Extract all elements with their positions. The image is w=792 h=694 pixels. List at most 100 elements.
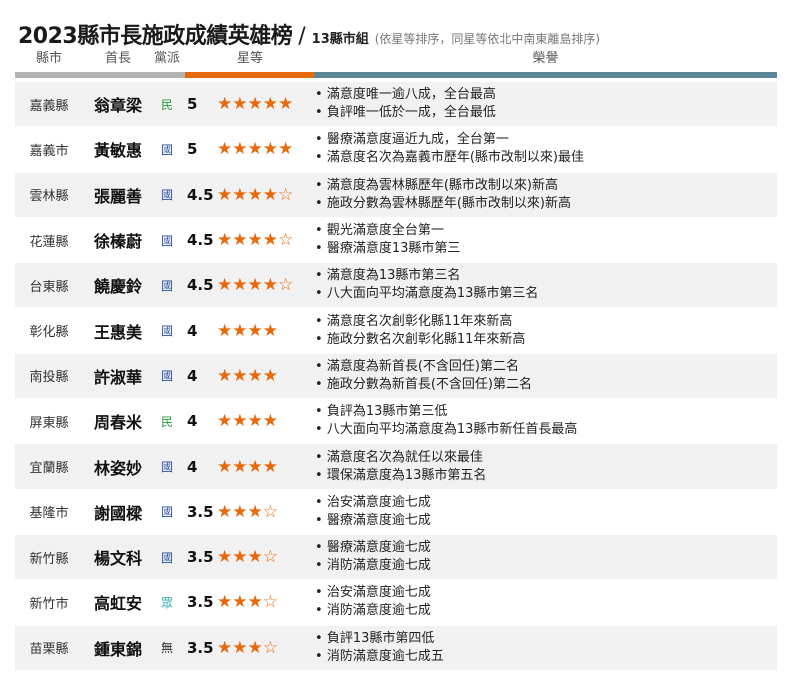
mayor-name: 張麗善: [93, 186, 142, 206]
honors-list: 醫療滿意度逾七成消防滿意度逾七成: [315, 535, 773, 579]
page-title: 2023縣市長施政成績英雄榜: [18, 24, 293, 49]
party-label: 國: [160, 278, 173, 293]
county-name: 屏東縣: [29, 415, 69, 431]
county-name: 宜蘭縣: [29, 461, 69, 477]
page-subtitle: 13縣市組: [311, 32, 369, 47]
party-label: 國: [160, 369, 173, 384]
star-rating: ★★★☆: [217, 637, 278, 658]
honor-item: 醫療滿意度逼近九成，全台第一: [315, 131, 773, 149]
star-score: 5: [187, 95, 198, 114]
star-rating: ★★★★☆: [217, 184, 294, 205]
honors-list: 滿意度為新首長(不含回任)第二名施政分數為新首長(不含回任)第二名: [315, 354, 773, 398]
mayor-name: 高虹安: [93, 594, 142, 614]
mayor-name: 翁章梁: [93, 96, 142, 116]
county-name: 台東縣: [29, 279, 69, 295]
header-bar-blue: [314, 72, 777, 78]
honor-item: 八大面向平均滿意度為13縣市第三名: [315, 285, 773, 303]
header-party: 黨派: [153, 51, 180, 66]
honor-item: 滿意度名次為就任以來最佳: [315, 449, 773, 467]
table-row: 基隆市 謝國樑 國 3.5★★★☆ 治安滿意度逾七成醫療滿意度逾七成: [15, 490, 777, 535]
party-label: 國: [160, 550, 173, 565]
honors-list: 治安滿意度逾七成消防滿意度逾七成: [315, 580, 773, 624]
honor-item: 八大面向平均滿意度為13縣市新任首長最高: [315, 421, 773, 439]
party-label: 無: [160, 641, 173, 656]
title-separator: /: [298, 24, 306, 49]
honor-item: 消防滿意度逾七成: [315, 602, 773, 620]
honor-item: 施政分數名次創彰化縣11年來新高: [315, 331, 773, 349]
title-bar: 2023縣市長施政成績英雄榜 / 13縣市組 (依星等排序，同星等依北中南東離島…: [18, 18, 600, 50]
honors-list: 滿意度名次創彰化縣11年來新高施政分數名次創彰化縣11年來新高: [315, 308, 773, 352]
table-row: 雲林縣 張麗善 國 4.5★★★★☆ 滿意度為雲林縣歷年(縣市改制以來)新高施政分數為雲…: [15, 172, 777, 218]
header-bar-gray: [15, 72, 185, 78]
honors-list: 觀光滿意度全台第一醫療滿意度13縣市第三: [315, 218, 773, 262]
header-county: 縣市: [35, 51, 62, 66]
honor-item: 滿意度為新首長(不含回任)第二名: [315, 358, 773, 376]
table-row: 苗栗縣 鍾東錦 無 3.5★★★☆ 負評13縣市第四低消防滿意度逾七成五: [15, 625, 777, 671]
table-row: 新竹縣 楊文科 國 3.5★★★☆ 醫療滿意度逾七成消防滿意度逾七成: [15, 534, 777, 581]
honors-list: 負評為13縣市第三低八大面向平均滿意度為13縣市新任首長最高: [315, 399, 773, 443]
header-honors: 榮譽: [532, 51, 559, 66]
star-score: 4.5: [187, 231, 214, 250]
honor-item: 觀光滿意度全台第一: [315, 222, 773, 240]
star-rating: ★★★★: [217, 411, 278, 432]
mayor-name: 鍾東錦: [93, 639, 142, 659]
table-row: 南投縣 許淑華 國4 ★★★★ 滿意度為新首長(不含回任)第二名施政分數為新首長(不含回…: [15, 353, 777, 400]
county-name: 苗栗縣: [29, 642, 69, 658]
table-row: 屏東縣 周春米 民4 ★★★★ 負評為13縣市第三低八大面向平均滿意度為13縣市新任首長…: [15, 399, 777, 445]
mayor-name: 楊文科: [93, 549, 142, 569]
honors-list: 負評13縣市第四低消防滿意度逾七成五: [315, 626, 773, 670]
star-score: 3.5: [187, 502, 214, 521]
star-score: 4: [187, 321, 198, 340]
party-label: 國: [160, 188, 173, 203]
table-row: 彰化縣 王惠美 國4 ★★★★ 滿意度名次創彰化縣11年來新高施政分數名次創彰化縣11年…: [15, 308, 777, 354]
star-score: 4.5: [187, 276, 214, 295]
table-row: 新竹市 高虹安 眾 3.5★★★☆ 治安滿意度逾七成消防滿意度逾七成: [15, 580, 777, 626]
star-score: 5: [187, 140, 198, 159]
mayor-name: 林姿妙: [93, 458, 142, 478]
honors-list: 滿意度為13縣市第三名八大面向平均滿意度為13縣市第三名: [315, 263, 773, 307]
star-rating: ★★★☆: [217, 592, 278, 613]
county-name: 新竹縣: [29, 551, 69, 567]
honor-item: 滿意度名次創彰化縣11年來新高: [315, 313, 773, 331]
honors-list: 醫療滿意度逼近九成，全台第一滿意度名次為嘉義市歷年(縣市改制以來)最佳: [315, 127, 773, 171]
star-score: 4.5: [187, 185, 214, 204]
county-name: 基隆市: [29, 506, 69, 522]
header-bar-orange: [185, 72, 314, 78]
county-name: 新竹市: [29, 596, 69, 612]
honors-list: 滿意度唯一逾八成，全台最高負評唯一低於一成，全台最低: [315, 82, 773, 126]
honor-item: 醫療滿意度13縣市第三: [315, 240, 773, 258]
table-row: 台東縣 饒慶鈴 國 4.5★★★★☆ 滿意度為13縣市第三名八大面向平均滿意度為13縣市…: [15, 263, 777, 309]
mayor-name: 周春米: [93, 413, 142, 433]
honors-list: 滿意度名次為就任以來最佳環保滿意度為13縣市第五名: [315, 444, 773, 488]
county-name: 雲林縣: [29, 189, 69, 205]
honor-item: 消防滿意度逾七成: [315, 557, 773, 575]
star-score: 4: [187, 412, 198, 431]
sort-note: (依星等排序，同星等依北中南東離島排序): [374, 32, 601, 46]
star-rating: ★★★☆: [217, 501, 278, 522]
mayor-name: 黃敏惠: [93, 141, 142, 161]
honor-item: 滿意度為雲林縣歷年(縣市改制以來)新高: [315, 177, 773, 195]
party-label: 國: [160, 142, 173, 157]
party-label: 民: [160, 414, 173, 429]
honors-list: 治安滿意度逾七成醫療滿意度逾七成: [315, 490, 773, 534]
party-label: 眾: [160, 595, 173, 610]
star-rating: ★★★★: [217, 365, 278, 386]
honor-item: 負評13縣市第四低: [315, 630, 773, 648]
party-label: 國: [160, 505, 173, 520]
honor-item: 滿意度唯一逾八成，全台最高: [315, 86, 773, 104]
table-row: 嘉義市 黃敏惠 國5 ★★★★★ 醫療滿意度逼近九成，全台第一滿意度名次為嘉義市歷年(縣…: [15, 127, 777, 173]
mayor-name: 許淑華: [93, 367, 142, 387]
honor-item: 施政分數為雲林縣歷年(縣市改制以來)新高: [315, 195, 773, 213]
mayor-name: 徐榛蔚: [93, 232, 142, 252]
star-score: 4: [187, 457, 198, 476]
party-label: 國: [160, 233, 173, 248]
honor-item: 醫療滿意度逾七成: [315, 512, 773, 530]
star-rating: ★★★★: [217, 320, 278, 341]
star-score: 4: [187, 366, 198, 385]
table-row: 花蓮縣 徐榛蔚 國 4.5★★★★☆ 觀光滿意度全台第一醫療滿意度13縣市第三: [15, 218, 777, 264]
honor-item: 醫療滿意度逾七成: [315, 539, 773, 557]
honor-item: 滿意度為13縣市第三名: [315, 267, 773, 285]
star-score: 3.5: [187, 548, 214, 567]
table-header: 縣市 首長 黨派 星等 榮譽: [0, 50, 792, 80]
ranking-table: 嘉義縣翁章梁民5★★★★★滿意度唯一逾八成，全台最高負評唯一低於一成，全台最低嘉…: [15, 82, 777, 671]
